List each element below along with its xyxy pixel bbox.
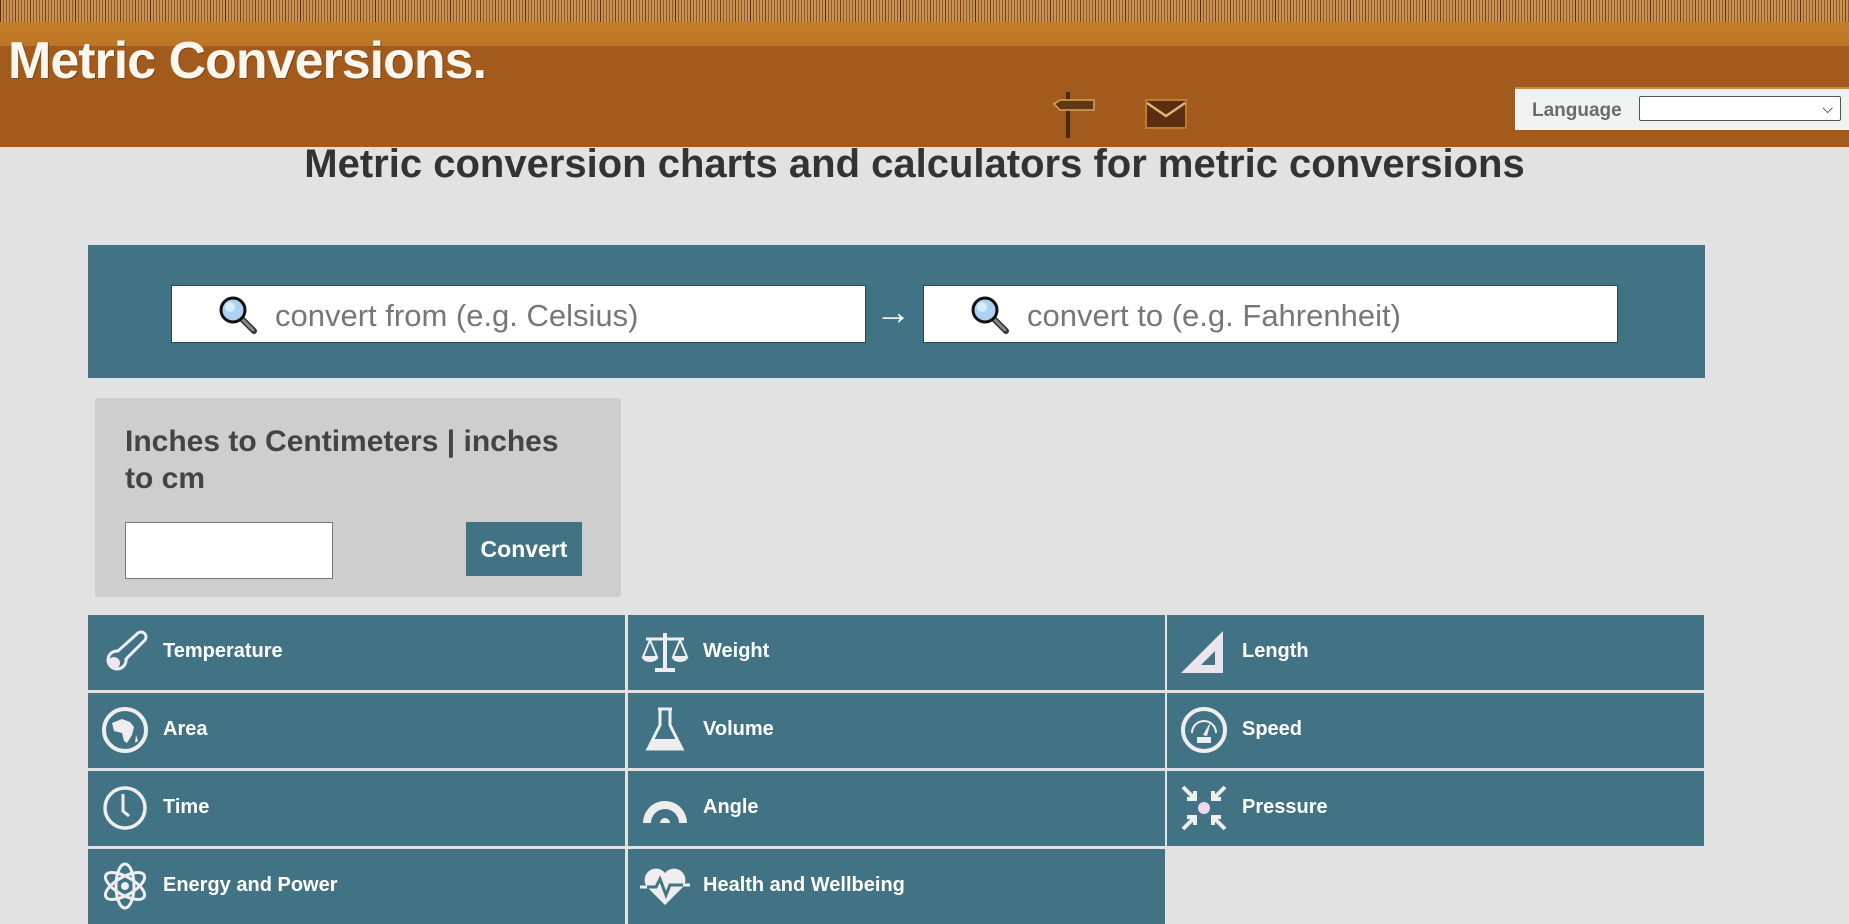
category-label: Health and Wellbeing (703, 874, 905, 896)
category-label: Weight (703, 640, 770, 662)
speedometer-icon (1181, 707, 1227, 753)
category-label: Time (163, 796, 210, 818)
flask-icon (645, 707, 685, 751)
category-label: Length (1242, 640, 1309, 662)
inches-input[interactable] (125, 522, 333, 579)
category-label: Area (163, 718, 208, 740)
category-area[interactable]: Area (88, 693, 625, 768)
category-volume[interactable]: Volume (628, 693, 1165, 768)
category-label: Energy and Power (163, 874, 338, 896)
convert-from-placeholder: convert from (e.g. Celsius) (275, 298, 639, 333)
clock-icon (103, 786, 147, 830)
site-logo[interactable]: Metric Conversions. (8, 31, 487, 91)
category-weight[interactable]: Weight (628, 615, 1165, 690)
signpost-icon[interactable] (1050, 90, 1098, 140)
search-band: convert from (e.g. Celsius) → convert to… (88, 245, 1705, 378)
quick-converter-card: Inches to Centimeters | inches to cm Con… (95, 398, 621, 597)
convert-button[interactable]: Convert (466, 522, 582, 576)
ruler-decoration (0, 0, 1849, 46)
quick-converter-title[interactable]: Inches to Centimeters | inches to cm (125, 423, 595, 497)
category-label: Pressure (1242, 796, 1328, 818)
category-label: Speed (1242, 718, 1303, 740)
search-icon (971, 296, 1009, 334)
scales-icon (641, 633, 689, 672)
category-energy-and-power[interactable]: Energy and Power (88, 849, 625, 924)
chevron-down-icon: ⌵ (1822, 100, 1833, 116)
heartbeat-icon (640, 868, 690, 905)
language-dropdown[interactable]: ⌵ (1639, 96, 1841, 121)
language-selector: Language ⌵ (1515, 87, 1849, 130)
category-label: Angle (703, 796, 759, 818)
thermometer-icon (106, 630, 148, 671)
envelope-icon[interactable] (1144, 98, 1188, 130)
category-health-and-wellbeing[interactable]: Health and Wellbeing (628, 849, 1165, 924)
arrow-right-icon: → (875, 291, 911, 332)
page-title: Metric conversion charts and calculators… (304, 142, 1525, 186)
category-angle[interactable]: Angle (628, 771, 1165, 846)
convert-from-input[interactable]: convert from (e.g. Celsius) (171, 285, 866, 343)
category-label: Temperature (163, 640, 283, 662)
category-time[interactable]: Time (88, 771, 625, 846)
compress-arrows-icon (1181, 785, 1227, 831)
atom-icon (103, 862, 147, 910)
convert-to-placeholder: convert to (e.g. Fahrenheit) (1027, 298, 1401, 333)
category-pressure[interactable]: Pressure (1167, 771, 1704, 846)
convert-to-input[interactable]: convert to (e.g. Fahrenheit) (923, 285, 1618, 343)
category-speed[interactable]: Speed (1167, 693, 1704, 768)
category-length[interactable]: Length (1167, 615, 1704, 690)
category-temperature[interactable]: Temperature (88, 615, 625, 690)
set-square-icon (1181, 631, 1223, 673)
protractor-icon (643, 801, 687, 823)
language-label: Language (1532, 100, 1622, 121)
site-header: Metric Conversions. Language ⌵ (0, 0, 1849, 147)
search-icon (219, 296, 257, 334)
globe-icon (102, 707, 148, 753)
category-label: Volume (703, 718, 774, 740)
